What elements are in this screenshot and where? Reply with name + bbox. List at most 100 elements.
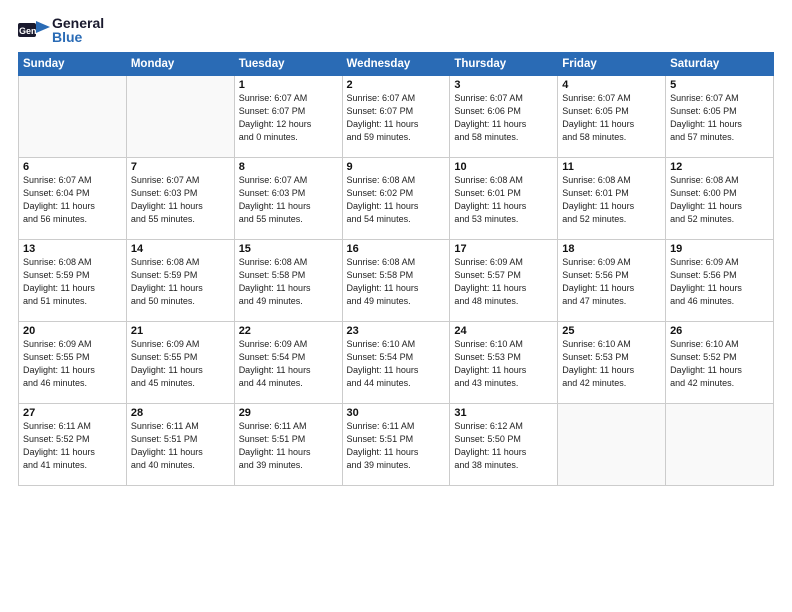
day-number: 16 <box>347 243 446 255</box>
svg-text:Gen: Gen <box>19 26 37 36</box>
day-info: Sunrise: 6:11 AMSunset: 5:51 PMDaylight:… <box>239 420 338 472</box>
calendar-week-1: 6Sunrise: 6:07 AMSunset: 6:04 PMDaylight… <box>19 158 774 240</box>
calendar-cell: 11Sunrise: 6:08 AMSunset: 6:01 PMDayligh… <box>558 158 666 240</box>
calendar-cell: 2Sunrise: 6:07 AMSunset: 6:07 PMDaylight… <box>342 76 450 158</box>
calendar-cell: 19Sunrise: 6:09 AMSunset: 5:56 PMDayligh… <box>666 240 774 322</box>
calendar-cell: 14Sunrise: 6:08 AMSunset: 5:59 PMDayligh… <box>126 240 234 322</box>
day-number: 15 <box>239 243 338 255</box>
day-info: Sunrise: 6:07 AMSunset: 6:06 PMDaylight:… <box>454 92 553 144</box>
day-info: Sunrise: 6:07 AMSunset: 6:07 PMDaylight:… <box>239 92 338 144</box>
day-number: 22 <box>239 325 338 337</box>
calendar-cell: 28Sunrise: 6:11 AMSunset: 5:51 PMDayligh… <box>126 404 234 486</box>
day-info: Sunrise: 6:10 AMSunset: 5:52 PMDaylight:… <box>670 338 769 390</box>
calendar-week-4: 27Sunrise: 6:11 AMSunset: 5:52 PMDayligh… <box>19 404 774 486</box>
day-number: 8 <box>239 161 338 173</box>
day-info: Sunrise: 6:08 AMSunset: 5:59 PMDaylight:… <box>131 256 230 308</box>
day-info: Sunrise: 6:09 AMSunset: 5:56 PMDaylight:… <box>562 256 661 308</box>
calendar-cell: 16Sunrise: 6:08 AMSunset: 5:58 PMDayligh… <box>342 240 450 322</box>
header: Gen General Blue <box>18 16 774 44</box>
calendar-cell: 21Sunrise: 6:09 AMSunset: 5:55 PMDayligh… <box>126 322 234 404</box>
day-info: Sunrise: 6:11 AMSunset: 5:51 PMDaylight:… <box>131 420 230 472</box>
calendar-cell: 4Sunrise: 6:07 AMSunset: 6:05 PMDaylight… <box>558 76 666 158</box>
day-info: Sunrise: 6:07 AMSunset: 6:05 PMDaylight:… <box>562 92 661 144</box>
day-number: 5 <box>670 79 769 91</box>
day-number: 18 <box>562 243 661 255</box>
day-info: Sunrise: 6:10 AMSunset: 5:54 PMDaylight:… <box>347 338 446 390</box>
day-number: 25 <box>562 325 661 337</box>
day-number: 2 <box>347 79 446 91</box>
day-number: 28 <box>131 407 230 419</box>
calendar-week-2: 13Sunrise: 6:08 AMSunset: 5:59 PMDayligh… <box>19 240 774 322</box>
calendar-cell: 15Sunrise: 6:08 AMSunset: 5:58 PMDayligh… <box>234 240 342 322</box>
day-info: Sunrise: 6:08 AMSunset: 5:59 PMDaylight:… <box>23 256 122 308</box>
day-number: 11 <box>562 161 661 173</box>
day-number: 10 <box>454 161 553 173</box>
calendar-week-3: 20Sunrise: 6:09 AMSunset: 5:55 PMDayligh… <box>19 322 774 404</box>
day-number: 17 <box>454 243 553 255</box>
calendar-cell: 29Sunrise: 6:11 AMSunset: 5:51 PMDayligh… <box>234 404 342 486</box>
day-number: 19 <box>670 243 769 255</box>
day-number: 23 <box>347 325 446 337</box>
day-number: 24 <box>454 325 553 337</box>
day-number: 26 <box>670 325 769 337</box>
calendar-cell: 3Sunrise: 6:07 AMSunset: 6:06 PMDaylight… <box>450 76 558 158</box>
day-info: Sunrise: 6:12 AMSunset: 5:50 PMDaylight:… <box>454 420 553 472</box>
day-info: Sunrise: 6:08 AMSunset: 6:00 PMDaylight:… <box>670 174 769 226</box>
calendar-cell: 24Sunrise: 6:10 AMSunset: 5:53 PMDayligh… <box>450 322 558 404</box>
calendar-week-0: 1Sunrise: 6:07 AMSunset: 6:07 PMDaylight… <box>19 76 774 158</box>
day-info: Sunrise: 6:11 AMSunset: 5:51 PMDaylight:… <box>347 420 446 472</box>
day-number: 4 <box>562 79 661 91</box>
calendar-cell: 6Sunrise: 6:07 AMSunset: 6:04 PMDaylight… <box>19 158 127 240</box>
calendar-cell: 27Sunrise: 6:11 AMSunset: 5:52 PMDayligh… <box>19 404 127 486</box>
day-info: Sunrise: 6:10 AMSunset: 5:53 PMDaylight:… <box>562 338 661 390</box>
calendar-header-friday: Friday <box>558 53 666 76</box>
calendar: SundayMondayTuesdayWednesdayThursdayFrid… <box>18 52 774 486</box>
day-info: Sunrise: 6:11 AMSunset: 5:52 PMDaylight:… <box>23 420 122 472</box>
calendar-cell: 5Sunrise: 6:07 AMSunset: 6:05 PMDaylight… <box>666 76 774 158</box>
day-info: Sunrise: 6:09 AMSunset: 5:57 PMDaylight:… <box>454 256 553 308</box>
day-info: Sunrise: 6:08 AMSunset: 6:01 PMDaylight:… <box>454 174 553 226</box>
calendar-cell: 8Sunrise: 6:07 AMSunset: 6:03 PMDaylight… <box>234 158 342 240</box>
logo: Gen General Blue <box>18 16 104 44</box>
calendar-cell: 30Sunrise: 6:11 AMSunset: 5:51 PMDayligh… <box>342 404 450 486</box>
day-number: 31 <box>454 407 553 419</box>
day-number: 27 <box>23 407 122 419</box>
day-number: 21 <box>131 325 230 337</box>
calendar-cell <box>19 76 127 158</box>
calendar-header-row: SundayMondayTuesdayWednesdayThursdayFrid… <box>19 53 774 76</box>
calendar-cell: 10Sunrise: 6:08 AMSunset: 6:01 PMDayligh… <box>450 158 558 240</box>
calendar-cell: 1Sunrise: 6:07 AMSunset: 6:07 PMDaylight… <box>234 76 342 158</box>
day-info: Sunrise: 6:08 AMSunset: 6:02 PMDaylight:… <box>347 174 446 226</box>
logo-icon: Gen <box>18 19 50 41</box>
day-info: Sunrise: 6:08 AMSunset: 5:58 PMDaylight:… <box>239 256 338 308</box>
calendar-header-wednesday: Wednesday <box>342 53 450 76</box>
calendar-header-thursday: Thursday <box>450 53 558 76</box>
day-info: Sunrise: 6:08 AMSunset: 5:58 PMDaylight:… <box>347 256 446 308</box>
calendar-cell: 12Sunrise: 6:08 AMSunset: 6:00 PMDayligh… <box>666 158 774 240</box>
day-number: 20 <box>23 325 122 337</box>
day-info: Sunrise: 6:07 AMSunset: 6:04 PMDaylight:… <box>23 174 122 226</box>
day-info: Sunrise: 6:10 AMSunset: 5:53 PMDaylight:… <box>454 338 553 390</box>
day-info: Sunrise: 6:09 AMSunset: 5:55 PMDaylight:… <box>131 338 230 390</box>
day-number: 1 <box>239 79 338 91</box>
day-number: 9 <box>347 161 446 173</box>
calendar-cell: 13Sunrise: 6:08 AMSunset: 5:59 PMDayligh… <box>19 240 127 322</box>
day-number: 13 <box>23 243 122 255</box>
day-info: Sunrise: 6:09 AMSunset: 5:55 PMDaylight:… <box>23 338 122 390</box>
day-info: Sunrise: 6:07 AMSunset: 6:03 PMDaylight:… <box>239 174 338 226</box>
calendar-header-monday: Monday <box>126 53 234 76</box>
day-number: 6 <box>23 161 122 173</box>
calendar-cell: 17Sunrise: 6:09 AMSunset: 5:57 PMDayligh… <box>450 240 558 322</box>
day-number: 7 <box>131 161 230 173</box>
day-info: Sunrise: 6:07 AMSunset: 6:07 PMDaylight:… <box>347 92 446 144</box>
calendar-cell: 20Sunrise: 6:09 AMSunset: 5:55 PMDayligh… <box>19 322 127 404</box>
day-info: Sunrise: 6:07 AMSunset: 6:05 PMDaylight:… <box>670 92 769 144</box>
calendar-header-sunday: Sunday <box>19 53 127 76</box>
day-info: Sunrise: 6:09 AMSunset: 5:56 PMDaylight:… <box>670 256 769 308</box>
day-number: 14 <box>131 243 230 255</box>
calendar-cell <box>558 404 666 486</box>
calendar-cell <box>126 76 234 158</box>
day-info: Sunrise: 6:08 AMSunset: 6:01 PMDaylight:… <box>562 174 661 226</box>
calendar-cell: 26Sunrise: 6:10 AMSunset: 5:52 PMDayligh… <box>666 322 774 404</box>
calendar-header-saturday: Saturday <box>666 53 774 76</box>
